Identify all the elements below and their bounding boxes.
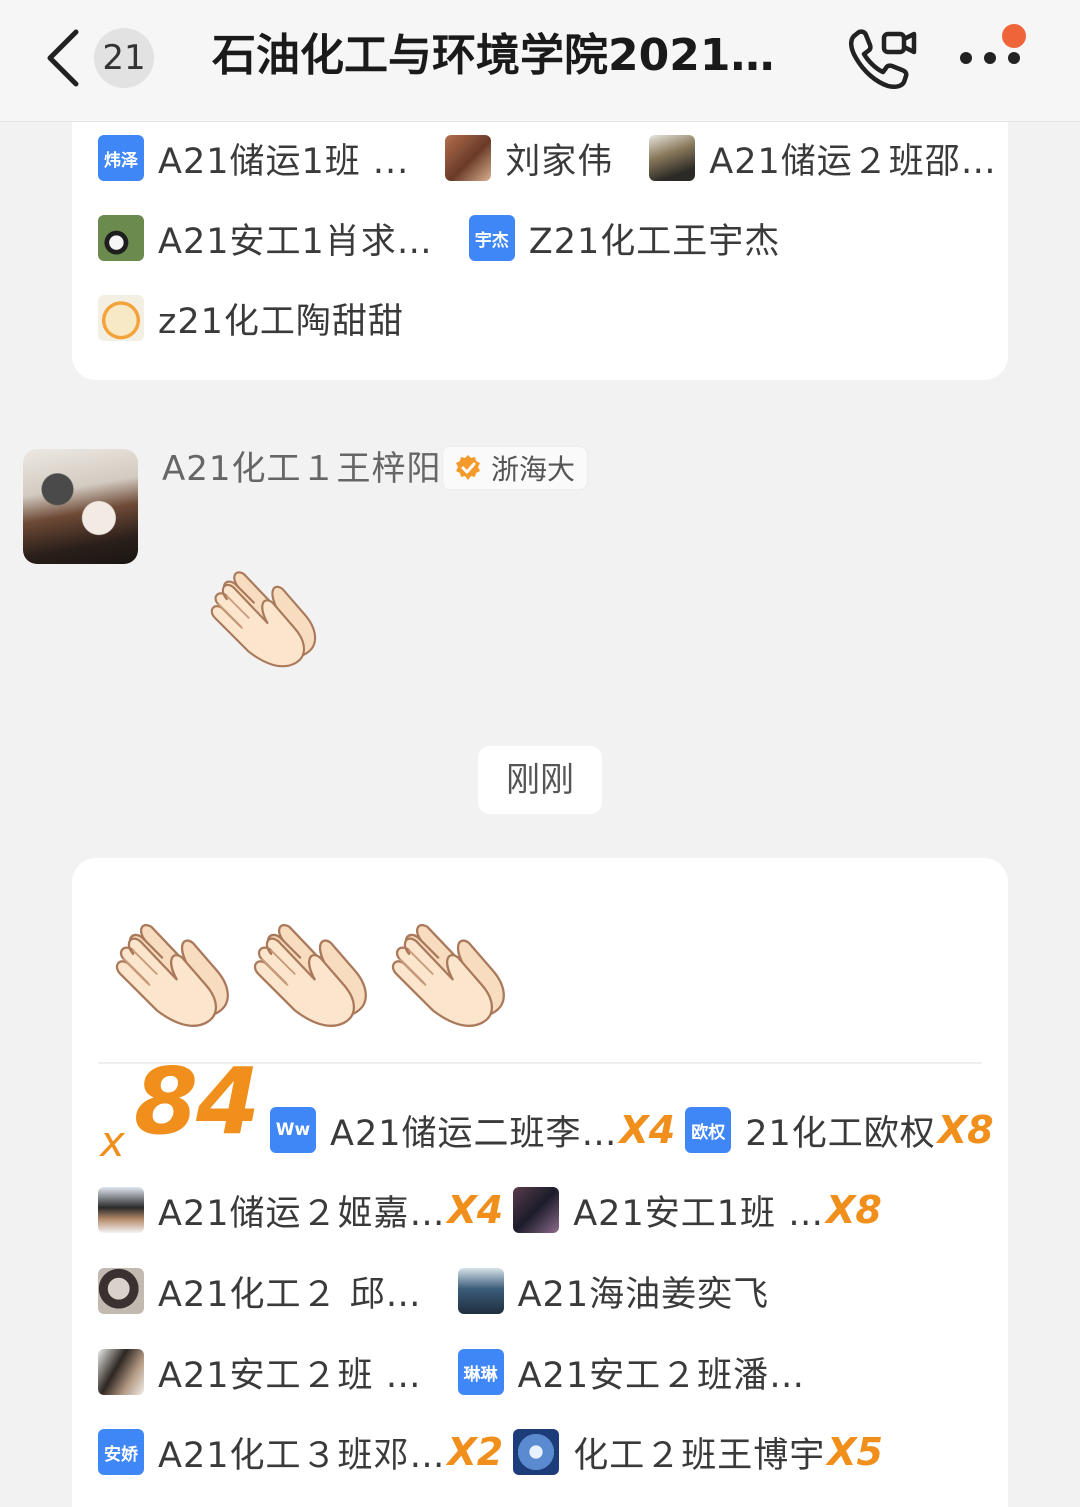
reaction-multiplier: X5 xyxy=(827,1430,883,1474)
avatar xyxy=(98,1349,144,1395)
liker-item[interactable]: A21储运２班邵… xyxy=(649,133,996,184)
avatar xyxy=(98,1268,144,1314)
reaction-multiplier: X2 xyxy=(447,1430,504,1474)
liker-item[interactable]: 宇杰 Z21化工王宇杰 xyxy=(468,213,781,264)
reactor-name: A21安工２班 … xyxy=(158,1355,422,1396)
timestamp: 刚刚 xyxy=(478,746,602,814)
liker-row: z21化工陶甜甜 xyxy=(98,290,440,346)
unread-count-badge[interactable]: 21 xyxy=(94,28,154,88)
avatar xyxy=(513,1429,560,1475)
chat-header: 21 石油化工与环境学院2021… xyxy=(0,0,1080,122)
total-reaction-count: 84 xyxy=(134,1048,260,1155)
avatar xyxy=(98,215,144,261)
clapping-hands-emoji-icon xyxy=(380,914,518,1032)
notification-dot xyxy=(1002,24,1026,48)
reactor-name: A21安工２班潘… xyxy=(517,1355,806,1396)
avatar: 炜泽 xyxy=(98,135,144,181)
avatar xyxy=(457,1268,504,1314)
previous-reaction-card: 炜泽 A21储运1班 ... 刘家伟 A21储运２班邵… A21安工1肖求… 宇… xyxy=(72,122,1008,380)
reactor-name: A21海油姜奕飞 xyxy=(517,1274,770,1315)
reactor-item[interactable]: 化工２班王博宇 X5 xyxy=(513,1427,883,1478)
avatar xyxy=(445,135,492,181)
avatar xyxy=(649,135,696,181)
reactor-item[interactable]: 琳琳 A21安工２班潘… xyxy=(457,1347,806,1398)
clapping-hands-emoji-icon xyxy=(104,914,242,1032)
reaction-multiplier: X8 xyxy=(937,1108,994,1152)
avatar xyxy=(513,1187,560,1233)
reactor-item[interactable]: A21储运２姬嘉… X4 xyxy=(98,1185,503,1236)
reactor-name: A21安工1班 … xyxy=(573,1193,825,1234)
liker-name: z21化工陶甜甜 xyxy=(158,301,404,342)
liker-item[interactable]: z21化工陶甜甜 xyxy=(98,293,404,344)
reactor-name: 21化工欧权 xyxy=(745,1113,936,1154)
avatar xyxy=(98,295,144,341)
liker-name: Z21化工王宇杰 xyxy=(528,221,781,262)
reactor-item[interactable]: Ww A21储运二班李… X4 xyxy=(270,1105,675,1156)
liker-name: A21储运２班邵… xyxy=(709,141,997,182)
liker-item[interactable]: 刘家伟 xyxy=(445,133,613,184)
reactor-item[interactable]: A21海油姜奕飞 xyxy=(457,1266,770,1317)
reactor-name: A21储运２姬嘉… xyxy=(158,1193,446,1234)
reactor-row: Ww A21储运二班李… X4 欧权 21化工欧权 X8 xyxy=(270,1102,1030,1158)
liker-row: A21安工1肖求… 宇杰 Z21化工王宇杰 xyxy=(98,210,816,266)
clapping-hands-emoji-icon[interactable] xyxy=(198,562,330,672)
liker-name: A21储运1班 ... xyxy=(158,141,410,182)
liker-row: 炜泽 A21储运1班 ... 刘家伟 A21储运２班邵… xyxy=(98,130,1033,186)
avatar: Ww xyxy=(270,1107,316,1153)
liker-item[interactable]: A21安工1肖求… xyxy=(98,213,433,264)
verified-badge-icon xyxy=(456,455,480,480)
liker-item[interactable]: 炜泽 A21储运1班 ... xyxy=(98,133,409,184)
school-name: 浙海大 xyxy=(491,453,576,486)
reactor-row: A21储运２姬嘉… X4 A21安工1班 … X8 xyxy=(98,1182,918,1238)
reactor-item[interactable]: 安娇 A21化工３班邓… X2 xyxy=(98,1427,503,1478)
back-arrow-icon[interactable] xyxy=(40,26,90,90)
liker-name: A21安工1肖求… xyxy=(158,221,433,262)
reactor-item[interactable]: A21化工２ 邱… xyxy=(98,1266,422,1317)
avatar: 安娇 xyxy=(98,1429,144,1475)
reactor-item[interactable]: A21安工1班 … X8 xyxy=(513,1185,882,1236)
call-icon[interactable] xyxy=(846,26,918,90)
reactor-name: A21化工２ 邱… xyxy=(158,1274,422,1315)
sender-name[interactable]: A21化工１王梓阳 xyxy=(162,443,442,495)
avatar: 宇杰 xyxy=(468,215,515,261)
reaction-multiplier: X4 xyxy=(619,1108,676,1152)
reactor-name: A21化工３班邓… xyxy=(158,1435,446,1476)
reactor-row: 安娇 A21化工３班邓… X2 化工２班王博宇 X5 xyxy=(98,1424,919,1480)
reaction-multiplier: X8 xyxy=(826,1188,882,1232)
more-options-icon[interactable] xyxy=(958,44,1026,72)
reactor-row: A21安工２班 … 琳琳 A21安工２班潘… xyxy=(98,1344,841,1400)
liker-name: 刘家伟 xyxy=(505,141,614,182)
reaction-multiplier: X4 xyxy=(447,1188,504,1232)
reactor-row: A21化工２ 邱… A21海油姜奕飞 xyxy=(98,1263,805,1319)
chat-title: 石油化工与环境学院2021… xyxy=(212,30,775,81)
reactor-name: A21储运二班李… xyxy=(330,1113,618,1154)
school-tag[interactable]: 浙海大 xyxy=(442,446,589,490)
reactor-name: 化工２班王博宇 xyxy=(573,1435,826,1476)
avatar: 琳琳 xyxy=(457,1349,504,1395)
clapping-hands-emoji-icon xyxy=(242,914,380,1032)
avatar: 欧权 xyxy=(685,1107,732,1153)
sender-avatar[interactable] xyxy=(23,449,138,564)
total-multiplier-prefix: x xyxy=(100,1117,125,1166)
reactor-item[interactable]: A21安工２班 … xyxy=(98,1347,422,1398)
reactor-item[interactable]: 欧权 21化工欧权 X8 xyxy=(685,1105,994,1156)
avatar xyxy=(98,1187,144,1233)
